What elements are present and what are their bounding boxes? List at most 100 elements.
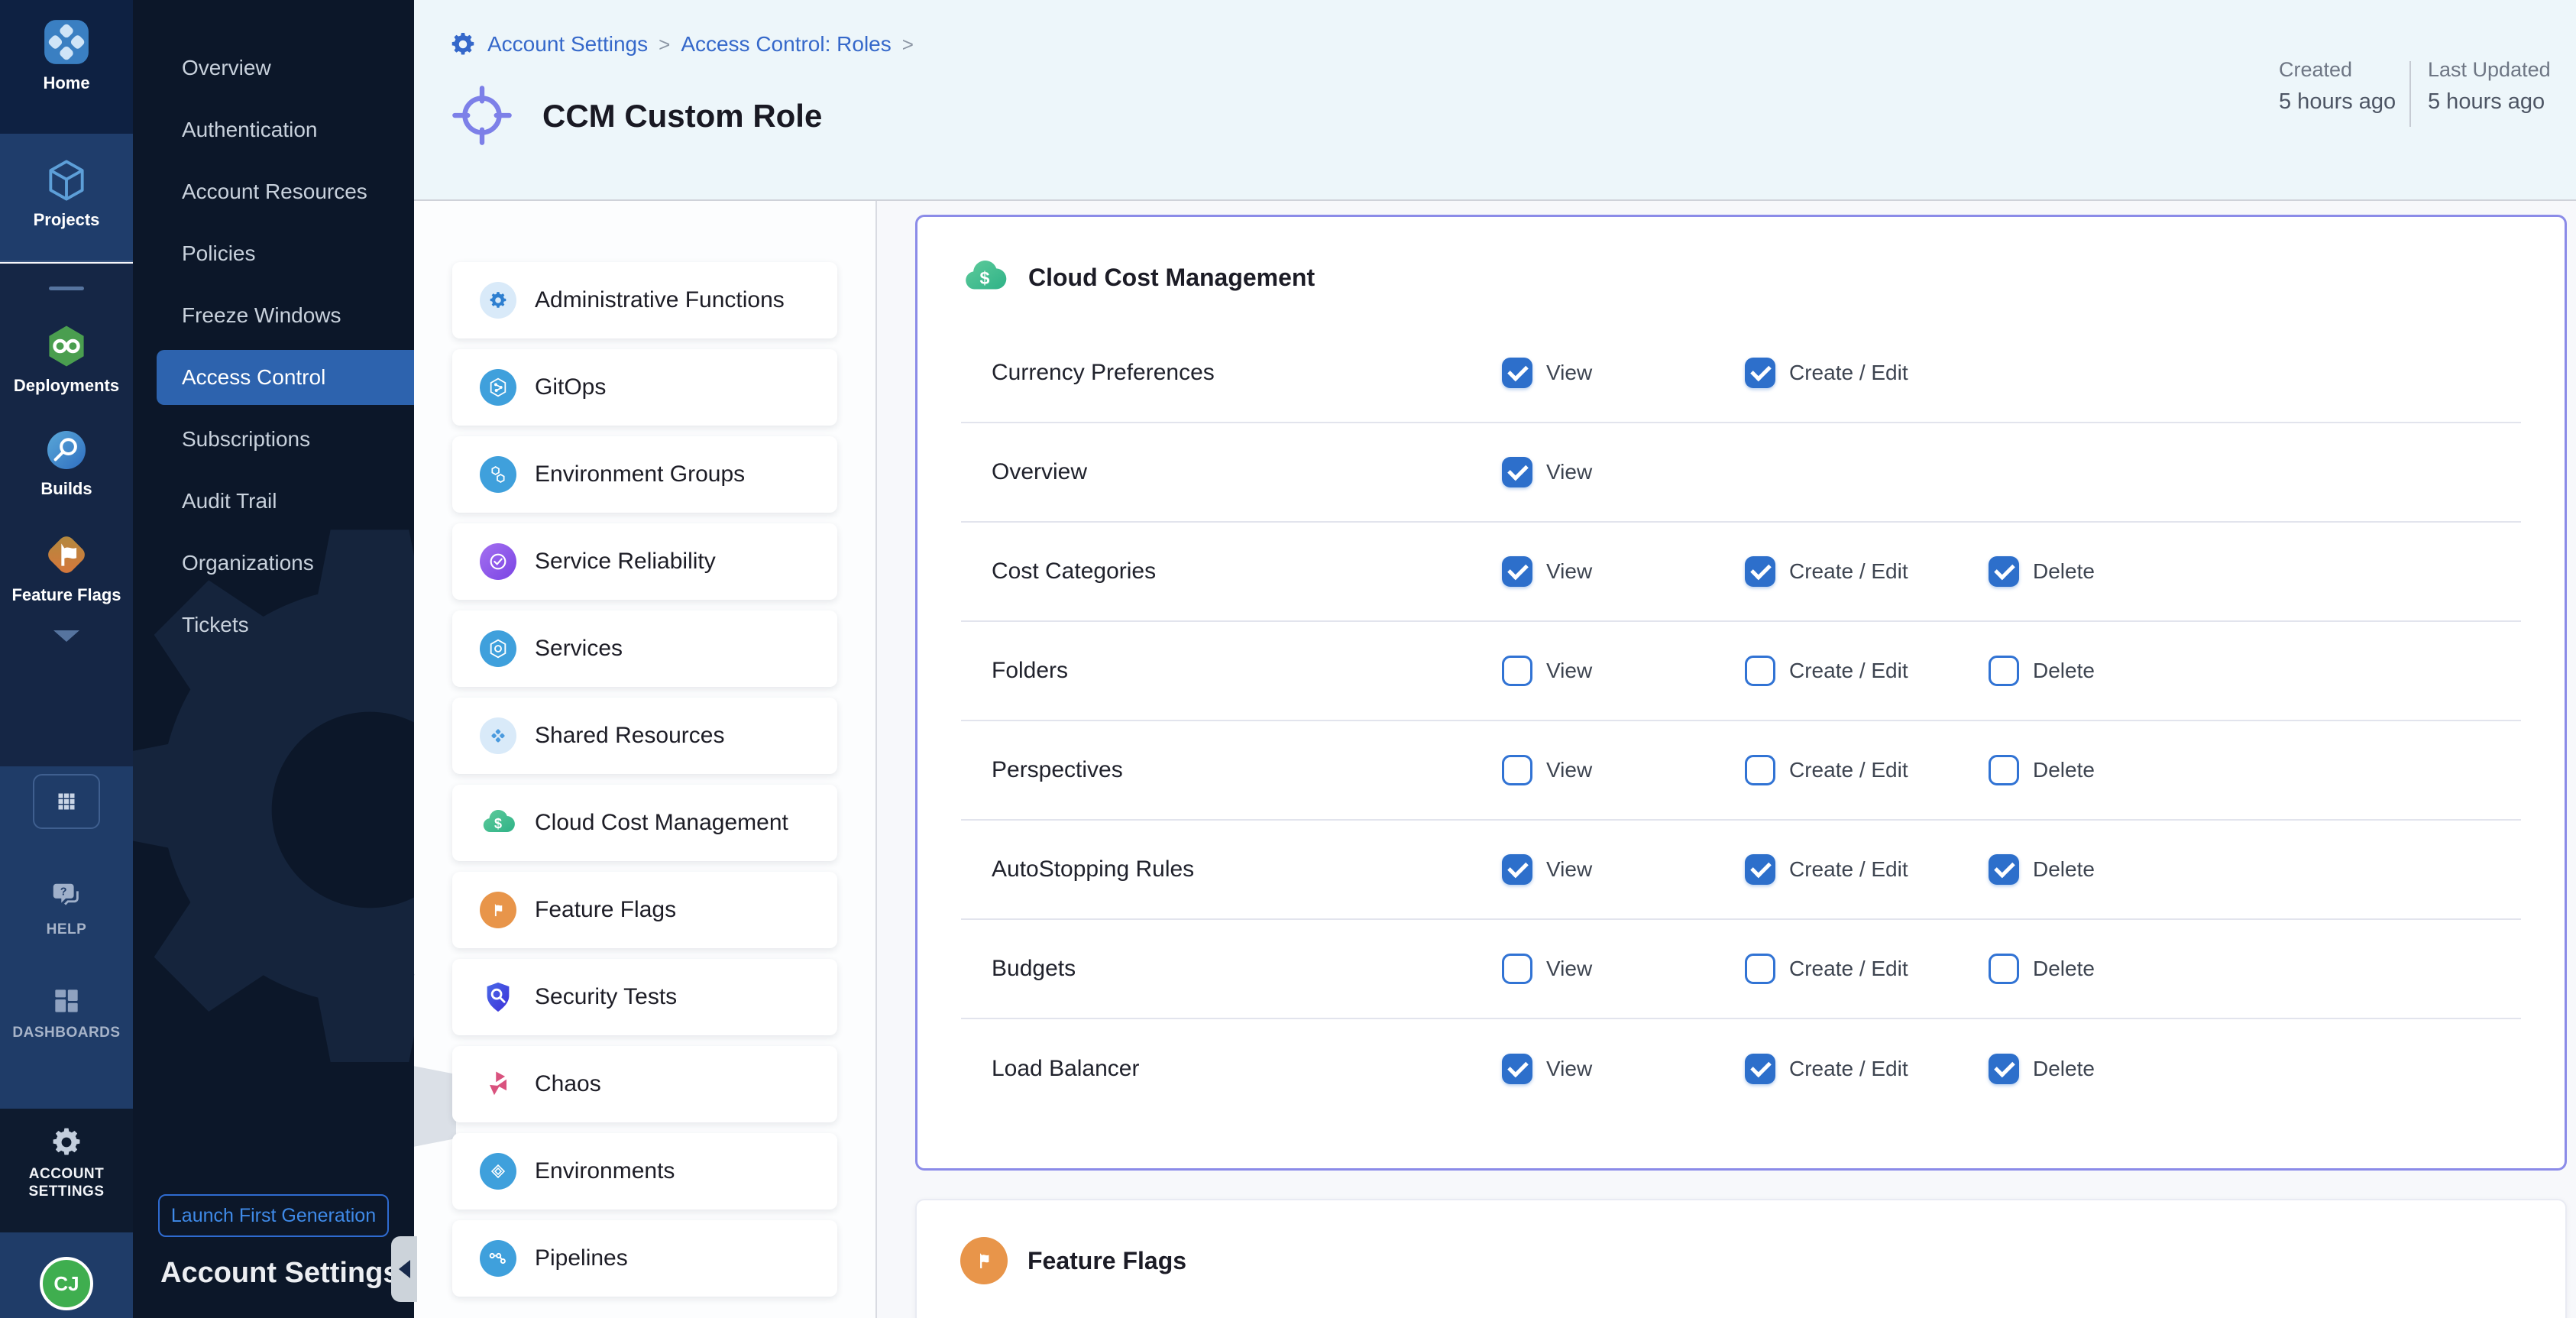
permission-row: Folders View Create / Edit Delete [961,622,2521,721]
created-meta: Created 5 hours ago [2279,58,2396,115]
checkbox-label: View [1546,758,1592,782]
checkbox-label: Delete [2033,1057,2095,1081]
delete-checkbox[interactable] [1989,954,2019,984]
chaos-triangles-icon [480,1066,516,1103]
flag-icon [480,892,516,928]
launch-first-generation-button[interactable]: Launch First Generation [158,1194,389,1237]
permissions-area: Cloud Cost Management Currency Preferenc… [879,201,2576,1318]
view-checkbox[interactable] [1502,656,1532,686]
breadcrumb-account-settings[interactable]: Account Settings [487,32,648,57]
view-checkbox[interactable] [1502,556,1532,587]
delete-checkbox[interactable] [1989,656,2019,686]
resource-card-environment-groups[interactable]: Environment Groups [452,436,837,513]
create-edit-checkbox[interactable] [1745,556,1775,587]
gitops-hexagon-icon [480,369,516,406]
permission-row-label: Cost Categories [992,559,1156,585]
view-checkbox[interactable] [1502,457,1532,487]
sidebar-item-tickets[interactable]: Tickets [133,594,414,656]
create-edit-checkbox[interactable] [1745,1054,1775,1084]
view-checkbox[interactable] [1502,1054,1532,1084]
resource-card-security-tests[interactable]: Security Tests [452,959,837,1035]
view-checkbox[interactable] [1502,854,1532,885]
checkbox-label: Create / Edit [1789,1057,1908,1081]
circle-magnifier-icon [44,427,89,473]
rail-item-account-settings[interactable]: ACCOUNT SETTINGS [0,1109,133,1200]
module-rail: Home Projects Deployments Builds Feature… [0,0,133,1318]
resource-card-gitops[interactable]: GitOps [452,349,837,426]
sidebar-item-audit-trail[interactable]: Audit Trail [133,470,414,532]
sidebar-item-authentication[interactable]: Authentication [133,99,414,160]
view-checkbox[interactable] [1502,954,1532,984]
resource-card-administrative-functions[interactable]: Administrative Functions [452,262,837,338]
rail-item-help[interactable]: HELP [0,879,133,938]
create-edit-checkbox[interactable] [1745,854,1775,885]
page-body: Administrative Functions GitOps Environm… [414,201,2576,1318]
sidebar-item-organizations[interactable]: Organizations [133,532,414,594]
resource-card-shared-resources[interactable]: Shared Resources [452,698,837,774]
sidebar-item-overview[interactable]: Overview [133,37,414,99]
cube-diamond-icon [480,1153,516,1190]
sidebar-item-policies[interactable]: Policies [133,222,414,284]
checkbox-label: Create / Edit [1789,559,1908,584]
checkbox-label: Delete [2033,857,2095,882]
delete-checkbox[interactable] [1989,854,2019,885]
checkbox-label: Create / Edit [1789,361,1908,385]
panel-header: Feature Flags [917,1200,2565,1284]
avatar-initials: CJ [53,1272,79,1296]
checkbox-label: Create / Edit [1789,957,1908,981]
sidebar-collapse-button[interactable] [391,1236,417,1302]
resource-card-pipelines[interactable]: Pipelines [452,1220,837,1297]
rail-section-footer: HELP DASHBOARDS [0,766,133,1109]
sidebar-item-account-resources[interactable]: Account Resources [133,160,414,222]
rail-item-builds[interactable]: Builds [0,427,133,498]
rail-item-deployments[interactable]: Deployments [0,322,133,395]
circle-check-icon [480,543,516,580]
rail-item-label: ACCOUNT SETTINGS [9,1165,124,1200]
rail-item-label: Builds [40,480,92,498]
permission-row: Perspectives View Create / Edit Delete [961,721,2521,821]
delete-checkbox[interactable] [1989,556,2019,587]
sidebar-title: Account Settings [160,1257,399,1290]
rail-item-projects[interactable]: Projects [0,134,133,229]
breadcrumb-access-control-roles[interactable]: Access Control: Roles [681,32,891,57]
resource-card-services[interactable]: Services [452,610,837,687]
breadcrumb-separator: > [659,33,670,57]
rail-section-home: Home [0,0,133,134]
rail-item-label: Home [43,74,89,92]
sidebar-item-subscriptions[interactable]: Subscriptions [133,408,414,470]
permission-row-label: Currency Preferences [992,360,1215,386]
delete-checkbox[interactable] [1989,755,2019,785]
resource-card-cloud-cost-management[interactable]: Cloud Cost Management [452,785,837,861]
avatar[interactable]: CJ [40,1257,93,1310]
resource-card-feature-flags[interactable]: Feature Flags [452,872,837,948]
rail-section-modules: Deployments Builds Feature Flags [0,264,133,766]
cube-icon [43,157,90,204]
view-checkbox[interactable] [1502,755,1532,785]
rail-item-home[interactable]: Home [0,0,133,92]
delete-checkbox[interactable] [1989,1054,2019,1084]
view-checkbox[interactable] [1502,358,1532,388]
double-hexagon-icon [480,456,516,493]
create-edit-checkbox[interactable] [1745,358,1775,388]
module-picker-button[interactable] [33,774,100,829]
rail-item-dashboards[interactable]: DASHBOARDS [0,984,133,1041]
resource-card-environments[interactable]: Environments [452,1133,837,1210]
cloud-cost-management-panel: Cloud Cost Management Currency Preferenc… [915,215,2567,1171]
permission-row: AutoStopping Rules View Create / Edit De… [961,821,2521,920]
hexagon-nut-icon [480,630,516,667]
rail-item-feature-flags[interactable]: Feature Flags [0,530,133,604]
page-header: Account Settings > Access Control: Roles… [414,0,2576,201]
rail-divider-handle [49,287,84,290]
resource-card-chaos[interactable]: Chaos [452,1046,837,1122]
sidebar-item-access-control[interactable]: Access Control [157,350,414,405]
create-edit-checkbox[interactable] [1745,656,1775,686]
create-edit-checkbox[interactable] [1745,954,1775,984]
panel-title: Feature Flags [1027,1247,1186,1275]
resource-card-label: Shared Resources [535,723,724,749]
create-edit-checkbox[interactable] [1745,755,1775,785]
chevron-down-icon[interactable] [53,630,79,642]
sidebar-item-freeze-windows[interactable]: Freeze Windows [133,284,414,346]
rail-item-label: Projects [34,211,100,229]
rail-section-avatar: CJ [0,1232,133,1318]
resource-card-service-reliability[interactable]: Service Reliability [452,523,837,600]
